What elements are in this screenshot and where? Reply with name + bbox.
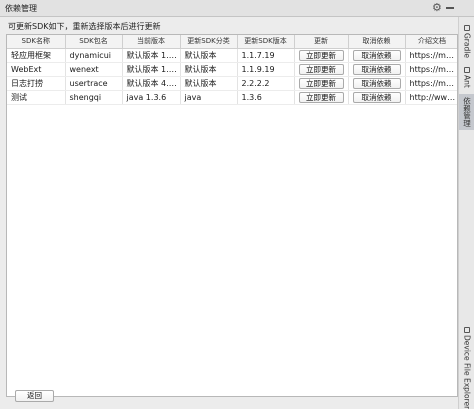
table-row[interactable]: WebExt wenext 默认版本 1.1... 默认版本 1.1.9.19 … <box>7 62 457 77</box>
cell-update-category[interactable]: 默认版本 <box>180 48 238 63</box>
cell-current-version[interactable]: 默认版本 1.1... <box>122 62 181 77</box>
minimize-icon[interactable] <box>446 7 454 9</box>
cancel-dependency-button[interactable]: 取消依赖 <box>352 49 401 61</box>
cell-doc-link[interactable]: https://md... <box>405 76 457 91</box>
table-row[interactable]: 轻应用框架 dynamicui 默认版本 1.1... 默认版本 1.1.7.1… <box>7 48 457 63</box>
cell-update-category[interactable]: java <box>180 90 238 105</box>
cell-update-version[interactable]: 1.1.9.19 <box>237 62 295 77</box>
update-now-button[interactable]: 立即更新 <box>298 49 344 61</box>
column-header-sdk-package[interactable]: SDK包名 <box>65 35 123 49</box>
dependency-panel: 可更新SDK如下，重新选择版本后进行更新 SDK名称 SDK包名 当前版本 更新… <box>0 17 458 409</box>
cell-sdk-package: dynamicui <box>65 48 123 63</box>
gradle-icon <box>464 24 470 31</box>
column-header-cancel-dependency[interactable]: 取消依赖 <box>348 35 406 49</box>
cell-current-version[interactable]: 默认版本 1.1... <box>122 48 181 63</box>
sidebar-item-ant[interactable]: Ant <box>459 63 474 91</box>
update-now-button[interactable]: 立即更新 <box>298 77 344 89</box>
column-header-sdk-name[interactable]: SDK名称 <box>7 35 66 49</box>
cell-sdk-package: wenext <box>65 62 123 77</box>
sidebar-item-label: Device File Explorer <box>462 334 472 409</box>
cell-current-version[interactable]: 默认版本 4.0.6 <box>122 76 181 91</box>
sidebar-item-label: Ant <box>462 74 472 88</box>
table-header-row: SDK名称 SDK包名 当前版本 更新SDK分类 更新SDK版本 更新 取消依赖… <box>7 35 457 49</box>
update-now-button[interactable]: 立即更新 <box>298 63 344 75</box>
table-row[interactable]: 日志打捞 usertrace 默认版本 4.0.6 默认版本 2.2.2.2 立… <box>7 76 457 91</box>
cell-sdk-package: usertrace <box>65 76 123 91</box>
cell-doc-link[interactable]: http://www.... <box>405 90 457 105</box>
cell-current-version[interactable]: java 1.3.6 <box>122 90 181 105</box>
cancel-dependency-button[interactable]: 取消依赖 <box>352 77 401 89</box>
cell-sdk-name: 轻应用框架 <box>7 48 66 63</box>
sidebar-item-device-file-explorer[interactable]: Device File Explorer <box>459 326 474 409</box>
ant-icon <box>464 66 470 73</box>
cell-sdk-name: 日志打捞 <box>7 76 66 91</box>
cell-update-version[interactable]: 1.3.6 <box>237 90 295 105</box>
update-now-button[interactable]: 立即更新 <box>298 91 344 103</box>
table-row[interactable]: 测试 shengqi java 1.3.6 java 1.3.6 立即更新 取消… <box>7 90 457 105</box>
cancel-dependency-button[interactable]: 取消依赖 <box>352 63 401 75</box>
sidebar-item-gradle[interactable]: Gradle <box>459 21 474 61</box>
cell-update-version[interactable]: 2.2.2.2 <box>237 76 295 91</box>
column-header-update-version[interactable]: 更新SDK版本 <box>237 35 295 49</box>
back-button[interactable]: 返回 <box>15 390 54 402</box>
sidebar-item-label: 依赖管理 <box>462 97 472 127</box>
title-bar: 依赖管理 ⚙ <box>0 0 474 17</box>
hint-text: 可更新SDK如下，重新选择版本后进行更新 <box>8 22 161 31</box>
cell-sdk-package: shengqi <box>65 90 123 105</box>
sdk-table: SDK名称 SDK包名 当前版本 更新SDK分类 更新SDK版本 更新 取消依赖… <box>6 34 458 397</box>
column-header-update[interactable]: 更新 <box>294 35 349 49</box>
cell-update-category[interactable]: 默认版本 <box>180 76 238 91</box>
tool-window-strip: Gradle Ant 依赖管理 Device File Explorer <box>458 17 474 409</box>
cell-update-version[interactable]: 1.1.7.19 <box>237 48 295 63</box>
cell-sdk-name: 测试 <box>7 90 66 105</box>
cell-doc-link[interactable]: https://md... <box>405 62 457 77</box>
cell-doc-link[interactable]: https://md... <box>405 48 457 63</box>
column-header-doc[interactable]: 介绍文档 <box>405 35 457 49</box>
window-title: 依赖管理 <box>5 4 37 13</box>
sidebar-item-dependency-management[interactable]: 依赖管理 <box>459 94 474 130</box>
device-file-explorer-icon <box>464 326 470 333</box>
column-header-current-version[interactable]: 当前版本 <box>122 35 181 49</box>
cell-update-category[interactable]: 默认版本 <box>180 62 238 77</box>
gear-icon[interactable]: ⚙ <box>432 1 442 15</box>
sidebar-item-label: Gradle <box>462 32 472 58</box>
column-header-update-category[interactable]: 更新SDK分类 <box>180 35 238 49</box>
cell-sdk-name: WebExt <box>7 62 66 77</box>
cancel-dependency-button[interactable]: 取消依赖 <box>352 91 401 103</box>
